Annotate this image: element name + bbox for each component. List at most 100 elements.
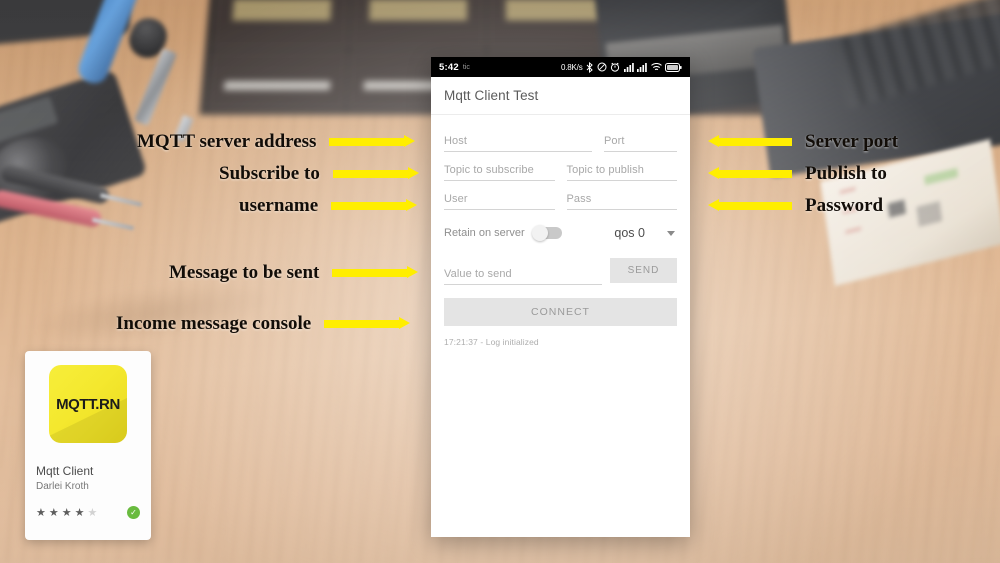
drawer-label (232, 0, 332, 21)
app-icon: MQTT.RN (49, 365, 127, 443)
port-placeholder: Port (604, 135, 625, 147)
rating-stars: ★ ★ ★ ★ ★ (36, 506, 98, 519)
schematic-mark (839, 187, 856, 194)
wifi-icon (650, 62, 662, 70)
status-bar-clock: 5:42 (439, 61, 459, 73)
arrow-shaft (329, 138, 406, 146)
retain-label: Retain on server (444, 227, 525, 239)
arrow-shaft (332, 269, 409, 277)
credentials-row: User Pass (444, 188, 677, 210)
annotation-label: Password (805, 195, 884, 216)
annotation-password: Password (708, 196, 883, 215)
drawer (208, 51, 346, 109)
alarm-icon (610, 62, 620, 72)
arrow-head (406, 199, 418, 211)
annotation-mqtt-server-address: MQTT server address (137, 131, 416, 152)
battery-icon (665, 62, 682, 72)
star-icon: ★ (48, 507, 60, 519)
topic-publish-input[interactable]: Topic to publish (566, 159, 677, 181)
annotation-label: Subscribe to (219, 163, 320, 184)
connect-button[interactable]: CONNECT (444, 298, 677, 326)
arrow-head (708, 199, 719, 211)
arrow-head (404, 135, 416, 147)
send-row: Value to send SEND (444, 258, 677, 285)
topic-publish-placeholder: Topic to publish (566, 164, 644, 176)
check-icon: ✓ (127, 506, 140, 519)
arrow-shaft (324, 320, 401, 328)
drawer-handle (223, 81, 331, 91)
host-input[interactable]: Host (444, 130, 592, 152)
arrow-shaft (718, 202, 792, 210)
arrow-shaft (718, 138, 792, 146)
status-bar-carrier: tic (462, 63, 470, 71)
annotation-label: Income message console (116, 313, 312, 334)
annotation-message-to-be-sent: Message to be sent (169, 262, 419, 283)
app-store-card[interactable]: MQTT.RN Mqtt Client Darlei Kroth ★ ★ ★ ★… (25, 351, 151, 540)
arrow-right-icon (324, 317, 411, 330)
value-to-send-placeholder: Value to send (444, 268, 512, 280)
annotation-server-port: Server port (708, 132, 898, 151)
arrow-right-icon (331, 199, 418, 212)
annotation-label: username (239, 195, 319, 216)
annotation-label: Message to be sent (169, 262, 320, 283)
schematic-mark (916, 201, 943, 227)
chevron-down-icon (667, 230, 675, 236)
status-bar-data-rate: 0.8K/s (561, 62, 583, 72)
phone-screenshot: 5:42 tic 0.8K/s Mqtt Client Test Host Po… (431, 57, 690, 537)
annotation-label: Publish to (805, 163, 887, 184)
connection-form: Host Port Topic to subscribe Topic to pu… (431, 115, 690, 347)
app-card-rating-row: ★ ★ ★ ★ ★ ✓ (36, 506, 140, 519)
user-placeholder: User (444, 193, 468, 205)
annotation-username: username (239, 195, 418, 216)
user-input[interactable]: User (444, 188, 555, 210)
arrow-head (407, 266, 419, 278)
qos-dropdown[interactable]: qos 0 (614, 226, 677, 240)
annotation-income-message-console: Income message console (116, 313, 411, 334)
retain-toggle[interactable] (531, 225, 562, 241)
send-button[interactable]: SEND (610, 258, 677, 283)
star-icon: ★ (74, 507, 86, 519)
app-bar: Mqtt Client Test (431, 77, 690, 115)
schematic-mark (845, 226, 862, 234)
arrow-head (708, 135, 719, 147)
arrow-shaft (332, 170, 409, 178)
app-icon-wrap: MQTT.RN (36, 365, 140, 443)
mute-icon (597, 62, 606, 72)
arrow-head (407, 167, 419, 179)
topic-subscribe-placeholder: Topic to subscribe (444, 164, 534, 176)
app-title: Mqtt Client Test (444, 88, 539, 103)
star-icon: ★ (87, 507, 99, 519)
schematic-mark (923, 167, 959, 186)
app-card-developer: Darlei Kroth (36, 481, 89, 492)
topic-subscribe-input[interactable]: Topic to subscribe (444, 159, 555, 181)
annotation-label: MQTT server address (137, 131, 317, 152)
password-input[interactable]: Pass (566, 188, 677, 210)
signal-2-icon (637, 62, 647, 72)
app-card-title: Mqtt Client (36, 464, 94, 478)
annotation-publish-to: Publish to (708, 164, 887, 183)
arrow-right-icon (332, 167, 419, 180)
host-port-row: Host Port (444, 130, 677, 152)
schematic-mark (887, 199, 907, 218)
arrow-head (399, 317, 411, 329)
bluetooth-icon (586, 61, 593, 73)
host-placeholder: Host (444, 135, 468, 147)
star-icon: ★ (61, 507, 73, 519)
arrow-shaft (331, 202, 408, 210)
value-to-send-input[interactable]: Value to send (444, 263, 602, 285)
toggle-knob (531, 225, 548, 241)
annotation-label: Server port (805, 131, 899, 152)
drawer-label (368, 0, 468, 21)
signal-1-icon (623, 62, 634, 72)
app-icon-text: MQTT.RN (56, 395, 120, 413)
status-bar: 5:42 tic 0.8K/s (431, 57, 690, 77)
star-icon: ★ (36, 507, 47, 519)
arrow-left-icon (708, 135, 792, 148)
arrow-shaft (718, 170, 792, 178)
arrow-right-icon (329, 135, 416, 148)
arrow-left-icon (708, 167, 792, 180)
drawer (351, 0, 485, 49)
port-input[interactable]: Port (604, 130, 677, 152)
qos-value: qos 0 (614, 226, 645, 240)
drawer-label (505, 0, 605, 21)
